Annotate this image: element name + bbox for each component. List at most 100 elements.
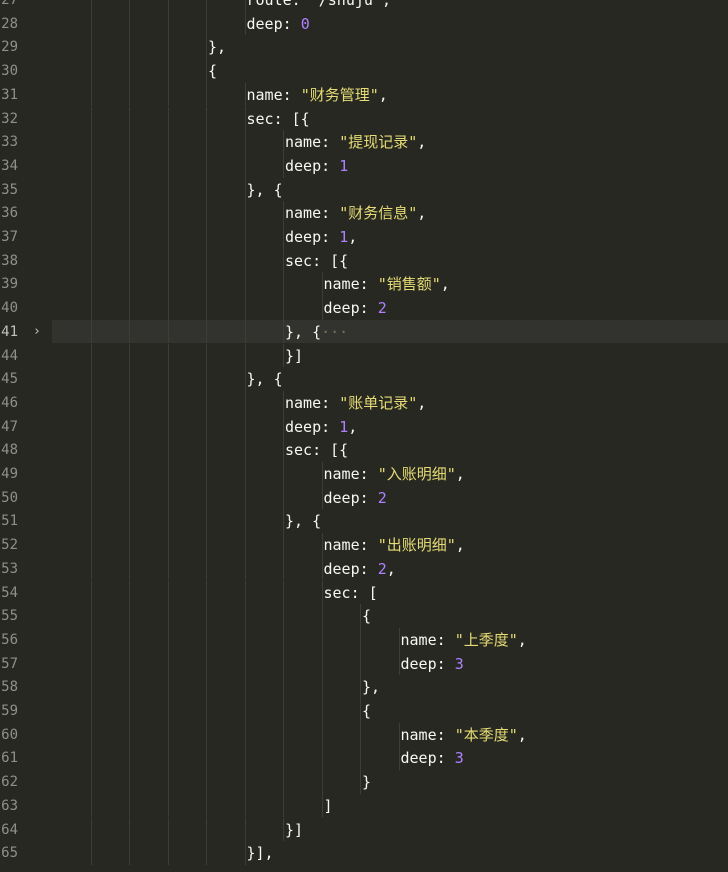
code-token: sec: [{ (246, 109, 310, 128)
code-line[interactable]: 32 sec: [{ (0, 106, 728, 131)
code-text: deep: 1, (285, 227, 357, 247)
line-gutter: 55 (0, 604, 52, 628)
number-token: 1 (339, 417, 349, 436)
code-text: deep: 1 (285, 156, 348, 176)
code-token: }, { (285, 322, 322, 341)
line-number: 32 (1, 110, 18, 127)
code-line[interactable]: 56 name: "上季度", (0, 627, 728, 652)
code-line[interactable]: 52 name: "出账明细", (0, 533, 728, 557)
line-gutter: 50 (0, 486, 52, 510)
code-line[interactable]: 53 deep: 2, (0, 556, 728, 581)
number-token: 3 (454, 749, 464, 768)
line-number: 44 (1, 347, 18, 364)
code-text: sec: [ (324, 583, 378, 603)
code-line[interactable]: 36 name: "财务信息", (0, 201, 728, 225)
indent-guide (283, 817, 284, 842)
code-line[interactable]: 64}] (0, 817, 728, 842)
indent-guide (206, 438, 207, 462)
code-line[interactable]: 27 route: "/shuju", (0, 0, 728, 12)
indent-guide (90, 793, 92, 818)
indent-guide (283, 722, 284, 747)
code-line[interactable]: 58}, (0, 675, 728, 699)
indent-guide (90, 675, 92, 699)
indent-guide (129, 627, 130, 652)
code-line[interactable]: 49 name: "入账明细", (0, 462, 728, 486)
code-line[interactable]: 39 name: "销售额", (0, 272, 728, 297)
code-line[interactable]: 48 sec: [{ (0, 438, 728, 462)
code-line[interactable]: 35}, { (0, 177, 728, 202)
indent-guide (321, 272, 323, 297)
code-line[interactable]: 33 name: "提现记录", (0, 130, 728, 154)
code-line[interactable]: 50 deep: 2 (0, 485, 728, 510)
line-number: 58 (1, 679, 18, 696)
indent-guide (90, 35, 92, 60)
code-token: deep: (285, 156, 340, 175)
code-line[interactable]: 28 deep: 0 (0, 11, 728, 36)
indent-guide (90, 651, 92, 676)
code-line[interactable]: 57 deep: 3 (0, 651, 728, 676)
string-token: "入账明细" (377, 465, 456, 483)
indent-guide (360, 722, 361, 747)
indent-guide (283, 556, 284, 581)
line-number: 53 (1, 560, 18, 577)
code-line[interactable]: 46 name: "账单记录", (0, 390, 728, 415)
indent-guide (90, 248, 92, 273)
code-token: , (517, 630, 527, 649)
line-number: 55 (1, 608, 18, 625)
indent-guide (129, 746, 130, 771)
line-number: 34 (1, 157, 18, 174)
code-token: }] (285, 346, 304, 365)
indent-guide (167, 675, 169, 699)
indent-guide (167, 296, 169, 320)
code-line[interactable]: 65}], (0, 841, 728, 865)
code-line[interactable]: 29}, (0, 35, 728, 60)
code-line[interactable]: 47 deep: 1, (0, 414, 728, 439)
indent-guide (398, 746, 400, 771)
code-line[interactable]: 45}, { (0, 367, 728, 391)
indent-guide (360, 699, 361, 723)
code-line[interactable]: 60 name: "本季度", (0, 722, 728, 747)
code-line[interactable]: 63] (0, 793, 728, 818)
string-token: "财务信息" (339, 204, 418, 223)
code-line[interactable]: 55 { (0, 604, 728, 628)
code-line[interactable]: 34 deep: 1 (0, 153, 728, 178)
indent-guide (129, 438, 130, 462)
folded-ellipsis[interactable]: ··· (321, 323, 348, 341)
indent-guide (321, 296, 323, 320)
code-text: deep: 2 (324, 298, 387, 318)
code-line[interactable]: 59 { (0, 699, 728, 723)
chevron-right-icon[interactable]: › (33, 323, 41, 341)
indent-guide (90, 272, 92, 297)
indent-guide (129, 0, 130, 12)
string-token: "上季度" (454, 630, 518, 649)
code-line[interactable]: 41 ›}, {··· (0, 319, 728, 344)
code-line[interactable]: 44}] (0, 343, 728, 368)
code-line[interactable]: 61 deep: 3 (0, 746, 728, 771)
code-line[interactable]: 38 sec: [{ (0, 248, 728, 273)
indent-guide (244, 390, 246, 415)
indent-guide (129, 82, 130, 107)
indent-guide (206, 248, 207, 273)
line-number: 54 (1, 584, 18, 601)
indent-guide (90, 699, 92, 723)
code-line[interactable]: 37 deep: 1, (0, 225, 728, 249)
code-line[interactable]: 54 sec: [ (0, 580, 728, 605)
code-line[interactable]: 62} (0, 770, 728, 794)
indent-guide (129, 343, 130, 368)
indent-guide (206, 580, 207, 605)
indent-guide (167, 225, 169, 249)
indent-guide (90, 11, 92, 36)
code-line[interactable]: 31 name: "财务管理", (0, 82, 728, 107)
code-line[interactable]: 51}, { (0, 509, 728, 534)
code-token: { (362, 702, 372, 720)
code-editor[interactable]: 27 route: "/shuju", 28 deep: 0 29}, 30{31 name… (0, 0, 728, 872)
code-line[interactable]: 40 deep: 2 (0, 296, 728, 320)
line-gutter: 60 (0, 723, 52, 747)
indent-guide (206, 82, 207, 107)
indent-guide (129, 580, 130, 605)
indent-guide (244, 319, 246, 344)
code-line[interactable]: 30 { (0, 59, 728, 83)
indent-guide (129, 35, 130, 60)
indent-guide (129, 390, 130, 415)
indent-guide (244, 343, 246, 368)
